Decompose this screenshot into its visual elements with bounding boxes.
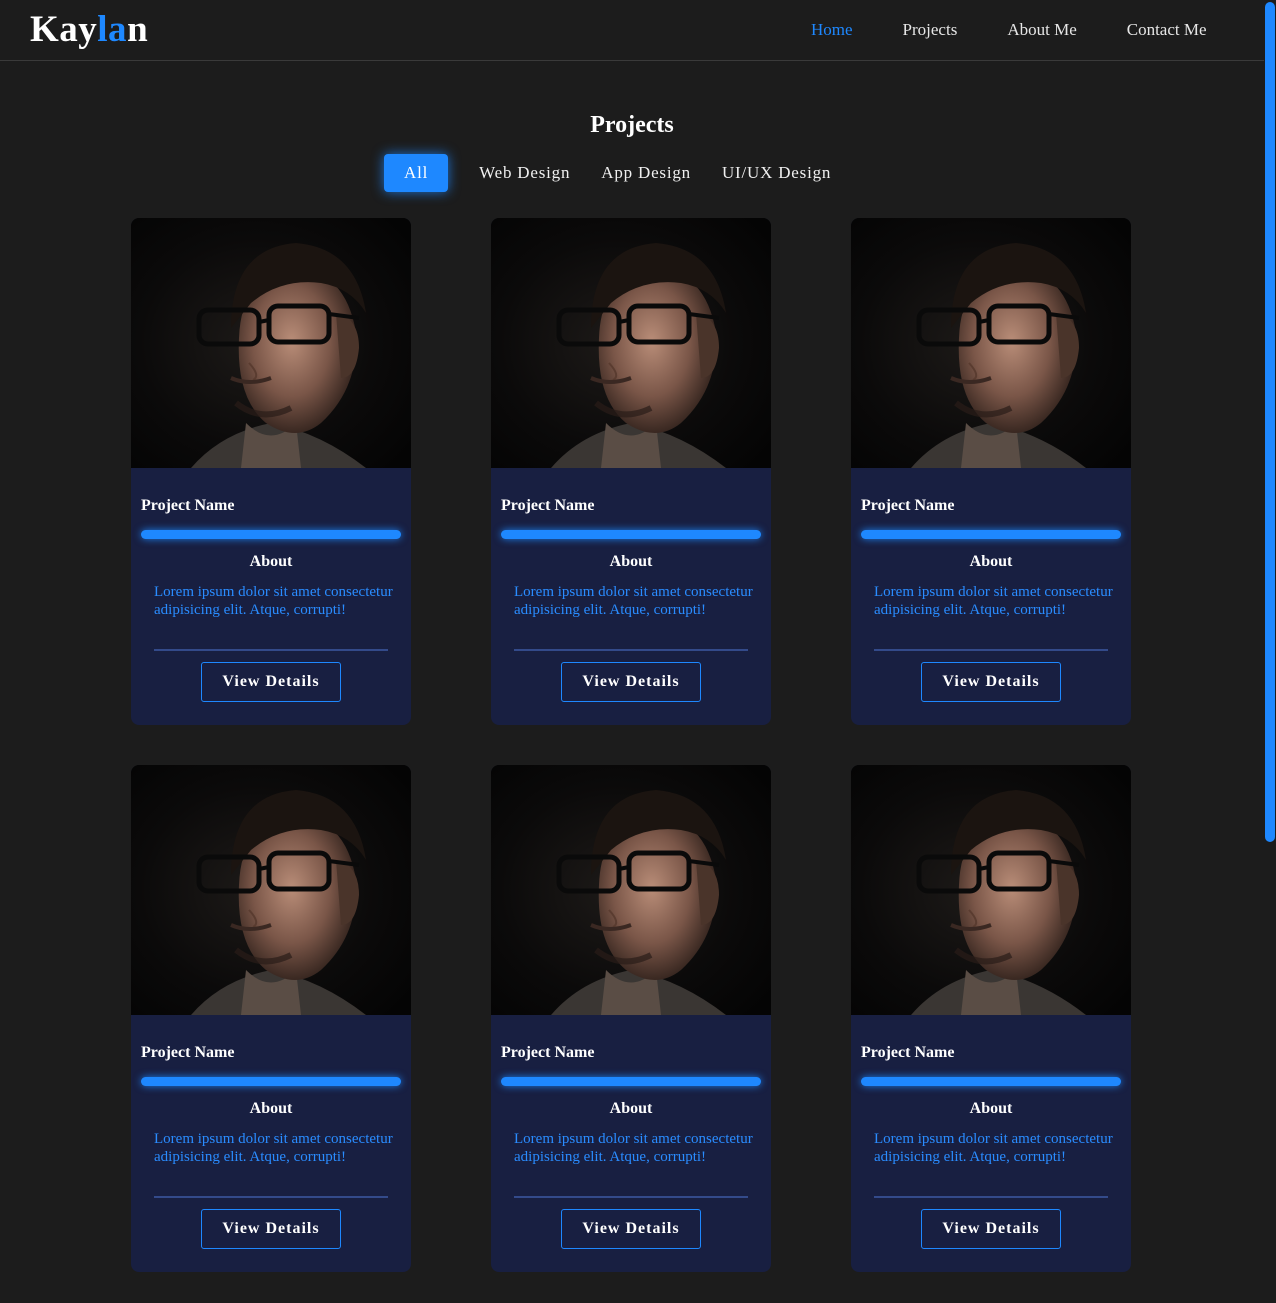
project-card: Project Name About Lorem ipsum dolor sit… (491, 218, 771, 725)
view-details-button[interactable]: View Details (201, 662, 341, 702)
project-name: Project Name (141, 497, 235, 514)
project-card: Project Name About Lorem ipsum dolor sit… (131, 765, 411, 1272)
logo-text-suffix: n (127, 9, 149, 50)
project-description: Lorem ipsum dolor sit amet consectetur a… (154, 1131, 393, 1165)
brand-logo[interactable]: Kaylan (30, 8, 148, 51)
view-details-button[interactable]: View Details (561, 662, 701, 702)
filter-all-button[interactable]: All (384, 154, 449, 192)
project-divider (154, 649, 388, 651)
top-navbar: Kaylan Home Projects About Me Contact Me (0, 0, 1264, 61)
filter-app-design-button[interactable]: App Design (601, 154, 691, 192)
view-details-button[interactable]: View Details (921, 662, 1061, 702)
project-photo (131, 218, 411, 468)
nav-link-home[interactable]: Home (811, 20, 853, 40)
project-accent-bar (141, 1077, 401, 1086)
project-description: Lorem ipsum dolor sit amet consectetur a… (874, 584, 1113, 618)
project-divider (874, 1196, 1108, 1198)
nav-link-projects[interactable]: Projects (903, 20, 958, 40)
project-divider (874, 649, 1108, 651)
project-divider (514, 1196, 748, 1198)
project-about-heading: About (969, 1100, 1013, 1117)
project-photo (491, 218, 771, 468)
project-accent-bar (861, 530, 1121, 539)
nav-link-contact-me[interactable]: Contact Me (1127, 20, 1207, 40)
project-divider (514, 649, 748, 651)
project-about-heading: About (609, 553, 653, 570)
project-photo (851, 218, 1131, 468)
project-accent-bar (501, 1077, 761, 1086)
project-name: Project Name (501, 1044, 595, 1061)
project-description: Lorem ipsum dolor sit amet consectetur a… (514, 1131, 753, 1165)
scrollbar-thumb[interactable] (1265, 2, 1275, 842)
project-card: Project Name About Lorem ipsum dolor sit… (491, 765, 771, 1272)
project-photo (131, 765, 411, 1015)
project-name: Project Name (141, 1044, 235, 1061)
filter-web-design-button[interactable]: Web Design (479, 154, 570, 192)
view-details-button[interactable]: View Details (201, 1209, 341, 1249)
logo-text-prefix: Kay (30, 9, 98, 50)
project-divider (154, 1196, 388, 1198)
project-name: Project Name (501, 497, 595, 514)
project-description: Lorem ipsum dolor sit amet consectetur a… (874, 1131, 1113, 1165)
project-about-heading: About (969, 553, 1013, 570)
project-card: Project Name About Lorem ipsum dolor sit… (851, 218, 1131, 725)
project-accent-bar (861, 1077, 1121, 1086)
project-accent-bar (141, 530, 401, 539)
project-description: Lorem ipsum dolor sit amet consectetur a… (514, 584, 753, 618)
project-description: Lorem ipsum dolor sit amet consectetur a… (154, 584, 393, 618)
project-photo (851, 765, 1131, 1015)
view-details-button[interactable]: View Details (921, 1209, 1061, 1249)
project-accent-bar (501, 530, 761, 539)
project-photo (491, 765, 771, 1015)
project-filter-tabs: All Web Design App Design UI/UX Design (384, 154, 862, 192)
nav-links: Home Projects About Me Contact Me (811, 20, 1257, 40)
project-about-heading: About (249, 1100, 293, 1117)
project-card: Project Name About Lorem ipsum dolor sit… (131, 218, 411, 725)
section-title: Projects (590, 112, 674, 138)
view-details-button[interactable]: View Details (561, 1209, 701, 1249)
project-card: Project Name About Lorem ipsum dolor sit… (851, 765, 1131, 1272)
logo-text-accent: la (97, 9, 128, 50)
project-about-heading: About (249, 553, 293, 570)
nav-link-about-me[interactable]: About Me (1007, 20, 1076, 40)
filter-uiux-design-button[interactable]: UI/UX Design (722, 154, 831, 192)
project-name: Project Name (861, 497, 955, 514)
project-about-heading: About (609, 1100, 653, 1117)
project-name: Project Name (861, 1044, 955, 1061)
